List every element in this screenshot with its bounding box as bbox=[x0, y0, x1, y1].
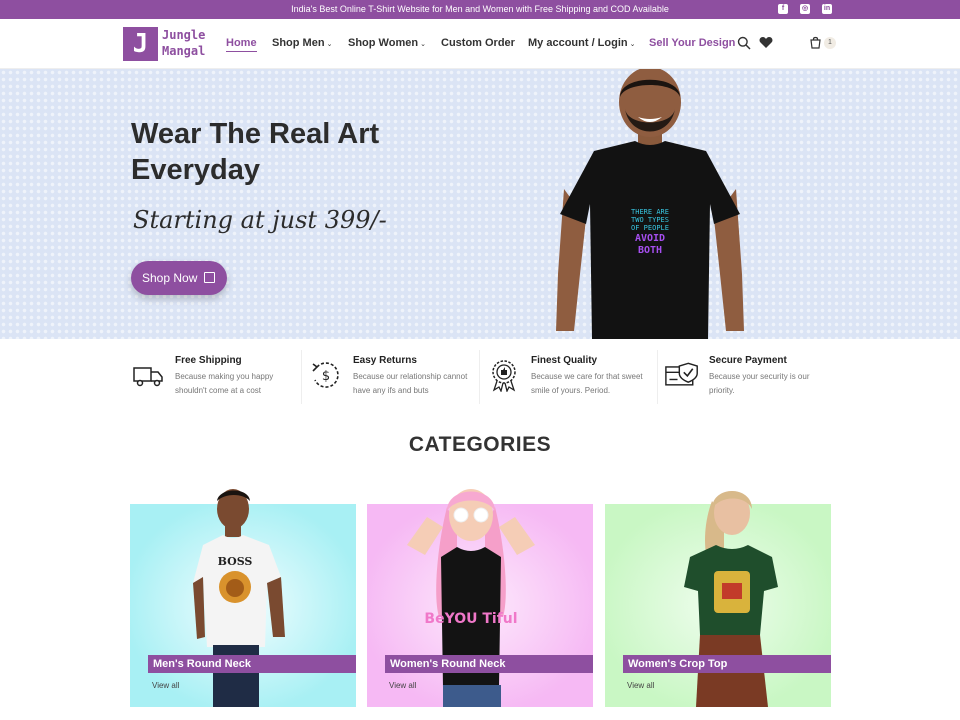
category-model-image: BOSS bbox=[193, 489, 285, 707]
cart-icon[interactable] bbox=[809, 36, 822, 49]
shirt-print-text: BeYOU Tiful bbox=[424, 611, 517, 627]
quality-badge-icon bbox=[492, 360, 516, 392]
search-icon[interactable] bbox=[737, 36, 751, 50]
feature-finest-quality: Finest Quality Because we care for that … bbox=[487, 348, 652, 404]
divider bbox=[657, 350, 658, 404]
categories-heading: CATEGORIES bbox=[408, 433, 552, 456]
hero-subtitle: Starting at just 399/- bbox=[133, 206, 387, 234]
category-label[interactable]: Women's Crop Top bbox=[623, 655, 831, 673]
category-card-womens-round-neck[interactable]: BeYOU Tiful Women's Round Neck View all bbox=[367, 487, 593, 707]
shirt-print-text: BOSS bbox=[218, 555, 253, 568]
feature-desc: Because our relationship cannot have any… bbox=[353, 372, 468, 395]
chevron-down-icon: ⌄ bbox=[420, 41, 426, 48]
view-all-link[interactable]: View all bbox=[627, 681, 654, 690]
nav-account-label: My account / Login bbox=[528, 37, 628, 49]
hero-banner: Wear The Real Art Everyday Starting at j… bbox=[0, 69, 960, 339]
truck-icon bbox=[133, 367, 163, 387]
svg-text:$: $ bbox=[322, 369, 330, 384]
announcement-text: India's Best Online T-Shirt Website for … bbox=[291, 4, 669, 14]
heart-icon[interactable] bbox=[759, 36, 773, 49]
feature-desc: Because we care for that sweet smile of … bbox=[531, 372, 643, 395]
nav-shop-women[interactable]: Shop Women ⌄ bbox=[348, 37, 426, 49]
feature-free-shipping: Free Shipping Because making you happy s… bbox=[131, 348, 296, 404]
category-label[interactable]: Men's Round Neck bbox=[148, 655, 356, 673]
category-card-womens-crop-top[interactable]: Women's Crop Top View all bbox=[605, 487, 831, 707]
nav-shop-men-label: Shop Men bbox=[272, 37, 325, 49]
logo-icon[interactable]: J bbox=[123, 27, 158, 61]
feature-title: Easy Returns bbox=[353, 355, 417, 366]
category-card-mens-round-neck[interactable]: BOSS Men's Round Neck View all bbox=[130, 487, 356, 707]
hero-model-image: THERE ARE TWO TYPES OF PEOPLE AVOID BOTH bbox=[556, 69, 744, 339]
linkedin-icon[interactable]: in bbox=[822, 4, 832, 14]
nav-home[interactable]: Home bbox=[226, 37, 257, 52]
feature-title: Finest Quality bbox=[531, 355, 598, 366]
return-icon: $ bbox=[312, 362, 339, 388]
secure-payment-icon bbox=[665, 362, 698, 386]
tshirt-print-line2: TWO TYPES bbox=[631, 216, 669, 224]
view-all-link[interactable]: View all bbox=[389, 681, 416, 690]
logo-text[interactable]: Jungle Mangal bbox=[162, 27, 205, 59]
tshirt-print-line1: THERE ARE bbox=[631, 208, 669, 216]
feature-title: Free Shipping bbox=[175, 355, 242, 366]
feature-desc: Because making you happy shouldn't come … bbox=[175, 372, 274, 395]
feature-secure-payment: Secure Payment Because your security is … bbox=[665, 348, 830, 404]
category-model-image bbox=[684, 491, 778, 707]
site-header: J Jungle Mangal Home Shop Men ⌄ Shop Wome… bbox=[0, 19, 960, 69]
chevron-down-icon: ⌄ bbox=[326, 41, 333, 48]
nav-custom-order[interactable]: Custom Order bbox=[441, 37, 515, 49]
category-model-image: BeYOU Tiful bbox=[407, 489, 535, 707]
instagram-icon[interactable]: ◎ bbox=[800, 4, 810, 14]
shop-now-label: Shop Now bbox=[142, 271, 198, 285]
cart-count-badge: 1 bbox=[824, 37, 836, 49]
nav-account-login[interactable]: My account / Login ⌄ bbox=[528, 37, 636, 49]
logo-line1: Jungle bbox=[162, 28, 206, 42]
shop-now-button[interactable]: Shop Now bbox=[131, 261, 227, 295]
feature-title: Secure Payment bbox=[709, 355, 787, 366]
announcement-bar: India's Best Online T-Shirt Website for … bbox=[0, 0, 960, 19]
nav-shop-women-label: Shop Women bbox=[348, 37, 419, 49]
chevron-down-icon: ⌄ bbox=[629, 41, 636, 48]
shopping-bag-icon bbox=[204, 272, 215, 283]
hero-title: Wear The Real Art Everyday bbox=[131, 118, 380, 186]
tshirt-print-line3: OF PEOPLE bbox=[631, 224, 669, 232]
logo-line2: Mangal bbox=[162, 44, 206, 58]
feature-desc: Because your security is our priority. bbox=[709, 372, 810, 395]
divider bbox=[479, 350, 480, 404]
facebook-icon[interactable]: f bbox=[778, 4, 788, 14]
feature-easy-returns: $ Easy Returns Because our relationship … bbox=[309, 348, 474, 404]
nav-sell-your-design[interactable]: Sell Your Design bbox=[649, 37, 735, 49]
tshirt-print-line5: BOTH bbox=[638, 245, 662, 256]
divider bbox=[301, 350, 302, 404]
category-label[interactable]: Women's Round Neck bbox=[385, 655, 593, 673]
nav-shop-men[interactable]: Shop Men ⌄ bbox=[272, 37, 332, 49]
view-all-link[interactable]: View all bbox=[152, 681, 179, 690]
tshirt-print-line4: AVOID bbox=[635, 233, 665, 244]
